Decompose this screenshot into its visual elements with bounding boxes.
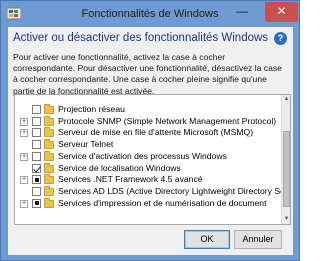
feature-checkbox[interactable]: [32, 151, 41, 161]
expand-icon[interactable]: +: [20, 176, 28, 185]
ok-button[interactable]: OK: [184, 230, 230, 249]
feature-checkbox[interactable]: [32, 105, 41, 114]
scroll-down-arrow-icon[interactable]: ▼: [282, 215, 290, 224]
feature-checkbox[interactable]: [32, 186, 41, 196]
feature-checkbox[interactable]: [32, 163, 41, 173]
feature-row[interactable]: + Services d'impression et de numérisatio…: [15, 197, 281, 210]
feature-label: Services .NET Framework 4.5 avancé: [58, 174, 203, 185]
folder-icon: [44, 127, 54, 138]
feature-checkbox[interactable]: [32, 175, 41, 185]
close-button[interactable]: ✕: [265, 2, 298, 22]
feature-row[interactable]: + Protocole SNMP (Simple Network Manageme…: [15, 115, 281, 128]
dialog-client-area: Activer ou désactiver des fonctionnalité…: [8, 27, 293, 255]
minimize-button[interactable]: —: [231, 2, 253, 22]
folder-icon: [44, 139, 54, 150]
feature-row[interactable]: + Services .NET Framework 4.5 avancé: [15, 174, 281, 186]
feature-checkbox[interactable]: [32, 128, 41, 138]
feature-label: Projection réseau: [58, 104, 125, 114]
feature-label: Services d'impression et de numérisation…: [58, 197, 267, 208]
expand-icon[interactable]: +: [20, 199, 28, 208]
feature-checkbox[interactable]: [32, 198, 41, 208]
feature-row[interactable]: + Serveur de mise en file d'attente Micro…: [15, 127, 281, 139]
scroll-thumb[interactable]: [283, 131, 290, 207]
window-title: Fonctionnalités de Windows: [81, 8, 219, 20]
help-icon[interactable]: ?: [274, 32, 287, 45]
expand-icon[interactable]: +: [20, 117, 28, 126]
folder-icon: [44, 104, 54, 114]
folder-icon: [44, 150, 54, 161]
expand-icon[interactable]: +: [20, 129, 28, 138]
feature-label: Protocole SNMP (Simple Network Managemen…: [58, 115, 277, 126]
cancel-button[interactable]: Annuler: [234, 230, 282, 249]
feature-row[interactable]: Projection réseau: [15, 104, 281, 116]
feature-label: Services AD LDS (Active Directory Lightw…: [58, 185, 291, 196]
folder-icon: [44, 162, 54, 173]
features-tree[interactable]: Projection réseau + Protocole SNMP (Simple…: [14, 94, 291, 225]
dialog-heading: Activer ou désactiver des fonctionnalité…: [13, 32, 269, 44]
feature-row[interactable]: Serveur Telnet: [15, 139, 281, 151]
folder-icon: [44, 185, 54, 196]
feature-checkbox[interactable]: [32, 140, 41, 150]
folder-icon: [44, 174, 54, 185]
dialog-description: Pour activer une fonctionnalité, activez…: [13, 52, 282, 96]
feature-label: Serveur de mise en file d'attente Micros…: [58, 127, 254, 138]
vertical-scrollbar[interactable]: ▲ ▼: [281, 95, 290, 224]
features-window: Fonctionnalités de Windows — ✕ Activer o…: [0, 0, 300, 261]
feature-label: Service d'activation des processus Windo…: [58, 150, 227, 161]
expand-icon[interactable]: +: [20, 152, 28, 161]
folder-icon: [44, 115, 54, 126]
feature-row[interactable]: Services AD LDS (Active Directory Lightw…: [15, 185, 290, 198]
feature-label: Serveur Telnet: [58, 139, 114, 150]
feature-row[interactable]: + Service d'activation des processus Wind…: [15, 150, 281, 163]
feature-row[interactable]: Service de localisation Windows: [15, 162, 281, 175]
scroll-up-arrow-icon[interactable]: ▲: [282, 95, 290, 104]
folder-icon: [44, 197, 54, 208]
title-bar[interactable]: Fonctionnalités de Windows — ✕: [1, 1, 299, 27]
feature-label: Service de localisation Windows: [58, 162, 181, 173]
feature-checkbox[interactable]: [32, 116, 41, 126]
